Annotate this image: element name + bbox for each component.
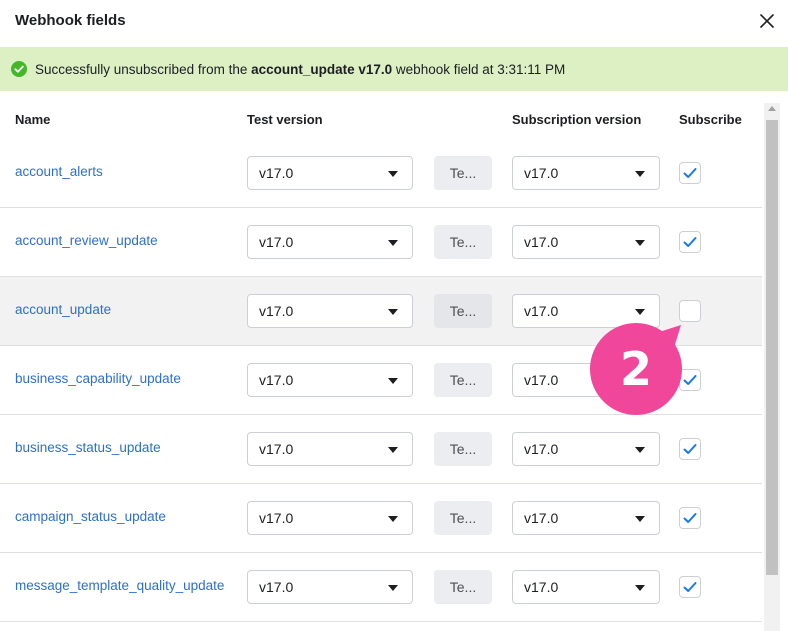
checkmark-icon bbox=[683, 444, 697, 454]
table-row: campaign_status_update v17.0 Te... v17.0 bbox=[0, 484, 762, 553]
field-name-link[interactable]: business_status_update bbox=[15, 440, 161, 455]
dialog-title: Webhook fields bbox=[15, 12, 126, 29]
field-name-link[interactable]: message_template_quality_update bbox=[15, 578, 224, 593]
banner-prefix: Successfully unsubscribed from the bbox=[35, 61, 252, 77]
test-button[interactable]: Te... bbox=[434, 156, 492, 190]
caret-down-icon bbox=[635, 309, 645, 315]
subscription-version-value: v17.0 bbox=[524, 579, 559, 595]
test-button[interactable]: Te... bbox=[434, 570, 492, 604]
subscription-version-value: v17.0 bbox=[524, 372, 559, 388]
check-circle-icon bbox=[11, 61, 27, 77]
field-name-link[interactable]: account_update bbox=[15, 302, 111, 317]
field-name-link[interactable]: account_review_update bbox=[15, 233, 158, 248]
test-button[interactable]: Te... bbox=[434, 501, 492, 535]
subscribe-checkbox[interactable] bbox=[679, 438, 701, 460]
field-name-link[interactable]: business_capability_update bbox=[15, 371, 181, 386]
subscription-version-value: v17.0 bbox=[524, 165, 559, 181]
table-row: account_alerts v17.0 Te... v17.0 bbox=[0, 139, 762, 208]
caret-down-icon bbox=[635, 240, 645, 246]
test-version-value: v17.0 bbox=[259, 579, 294, 595]
subscription-version-dropdown[interactable]: v17.0 bbox=[512, 432, 660, 466]
header-subscribe: Subscribe bbox=[679, 112, 742, 127]
test-button[interactable]: Te... bbox=[434, 363, 492, 397]
test-version-value: v17.0 bbox=[259, 510, 294, 526]
close-button[interactable] bbox=[754, 8, 780, 34]
test-version-dropdown[interactable]: v17.0 bbox=[247, 570, 413, 604]
test-version-dropdown[interactable]: v17.0 bbox=[247, 294, 413, 328]
close-icon bbox=[760, 14, 774, 28]
table-row: message_template_quality_update v17.0 Te..… bbox=[0, 553, 762, 622]
subscribe-checkbox[interactable] bbox=[679, 162, 701, 184]
banner-field: account_update v17.0 bbox=[251, 61, 393, 77]
test-version-dropdown[interactable]: v17.0 bbox=[247, 225, 413, 259]
caret-down-icon bbox=[635, 447, 645, 453]
step-badge: 2 bbox=[589, 322, 683, 416]
subscription-version-value: v17.0 bbox=[524, 510, 559, 526]
header-name: Name bbox=[15, 112, 51, 127]
caret-down-icon bbox=[388, 585, 398, 591]
subscribe-checkbox[interactable] bbox=[679, 576, 701, 598]
checkmark-icon bbox=[683, 582, 697, 592]
webhook-fields-dialog: Webhook fields Successfully unsubscribed… bbox=[0, 0, 788, 631]
subscription-version-value: v17.0 bbox=[524, 441, 559, 457]
subscription-version-dropdown[interactable]: v17.0 bbox=[512, 501, 660, 535]
caret-down-icon bbox=[635, 585, 645, 591]
field-name-link[interactable]: campaign_status_update bbox=[15, 509, 166, 524]
subscription-version-dropdown[interactable]: v17.0 bbox=[512, 570, 660, 604]
subscription-version-value: v17.0 bbox=[524, 234, 559, 250]
caret-down-icon bbox=[388, 378, 398, 384]
test-button[interactable]: Te... bbox=[434, 432, 492, 466]
test-version-value: v17.0 bbox=[259, 234, 294, 250]
subscribe-checkbox[interactable] bbox=[679, 231, 701, 253]
scroll-up-arrow-icon[interactable] bbox=[768, 106, 776, 111]
caret-down-icon bbox=[388, 516, 398, 522]
test-version-value: v17.0 bbox=[259, 372, 294, 388]
subscription-version-dropdown[interactable]: v17.0 bbox=[512, 156, 660, 190]
caret-down-icon bbox=[635, 516, 645, 522]
header-subscription-version: Subscription version bbox=[512, 112, 642, 127]
checkmark-icon bbox=[683, 375, 697, 385]
test-version-value: v17.0 bbox=[259, 165, 294, 181]
test-version-dropdown[interactable]: v17.0 bbox=[247, 363, 413, 397]
success-banner: Successfully unsubscribed from the accou… bbox=[0, 47, 788, 91]
subscription-version-dropdown[interactable]: v17.0 bbox=[512, 225, 660, 259]
test-version-dropdown[interactable]: v17.0 bbox=[247, 432, 413, 466]
field-name-link[interactable]: account_alerts bbox=[15, 164, 103, 179]
table-row: business_status_update v17.0 Te... v17.0 bbox=[0, 415, 762, 484]
test-version-value: v17.0 bbox=[259, 303, 294, 319]
test-button[interactable]: Te... bbox=[434, 225, 492, 259]
subscribe-checkbox[interactable] bbox=[679, 507, 701, 529]
checkmark-icon bbox=[683, 513, 697, 523]
caret-down-icon bbox=[388, 171, 398, 177]
checkmark-icon bbox=[683, 168, 697, 178]
table-row: account_review_update v17.0 Te... v17.0 bbox=[0, 208, 762, 277]
scrollbar[interactable] bbox=[764, 103, 780, 631]
subscription-version-value: v17.0 bbox=[524, 303, 559, 319]
caret-down-icon bbox=[388, 447, 398, 453]
step-number: 2 bbox=[619, 342, 652, 396]
header-test-version: Test version bbox=[247, 112, 323, 127]
banner-suffix: webhook field at 3:31:11 PM bbox=[392, 61, 566, 77]
table-header: Name Test version Subscription version S… bbox=[0, 99, 762, 140]
test-button[interactable]: Te... bbox=[434, 294, 492, 328]
test-version-dropdown[interactable]: v17.0 bbox=[247, 501, 413, 535]
test-version-value: v17.0 bbox=[259, 441, 294, 457]
scroll-thumb[interactable] bbox=[766, 120, 778, 575]
test-version-dropdown[interactable]: v17.0 bbox=[247, 156, 413, 190]
caret-down-icon bbox=[388, 240, 398, 246]
caret-down-icon bbox=[635, 171, 645, 177]
checkmark-icon bbox=[683, 237, 697, 247]
subscribe-checkbox[interactable] bbox=[679, 300, 701, 322]
caret-down-icon bbox=[388, 309, 398, 315]
